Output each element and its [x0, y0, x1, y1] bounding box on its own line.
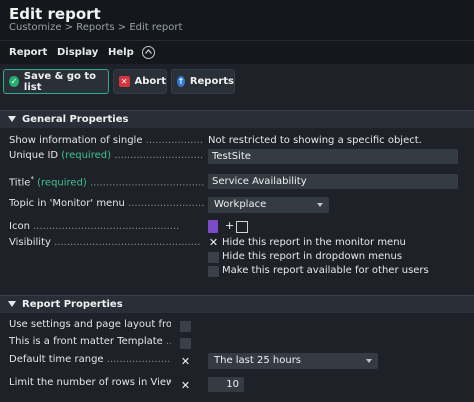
visibility-label: Visibility .............................… [9, 237, 201, 248]
front-matter-label: This is a front matter Template ........… [9, 336, 171, 347]
arrow-up-icon: ↑ [177, 76, 185, 87]
page-title: Edit report [9, 5, 101, 23]
general-properties-header[interactable]: General Properties [0, 110, 474, 128]
limit-rows-input[interactable]: 10 [208, 377, 244, 392]
available-others-checkbox[interactable] [208, 266, 219, 277]
breadcrumb[interactable]: Customize > Reports > Edit report [9, 22, 182, 33]
toolbar: ✓ Save & go to list ✕ Abort ↑ Reports [0, 64, 474, 100]
available-others-label: Make this report available for other use… [222, 265, 429, 276]
reports-button[interactable]: ↑ Reports [171, 69, 235, 94]
save-go-to-list-button[interactable]: ✓ Save & go to list [3, 69, 109, 94]
reports-button-label: Reports [189, 76, 234, 87]
save-button-label: Save & go to list [23, 70, 97, 93]
menu-display[interactable]: Display [57, 47, 98, 58]
title-input[interactable]: Service Availability [208, 174, 458, 189]
unique-id-label: Unique ID (required) ...................… [9, 150, 204, 161]
menu-help[interactable]: Help [108, 47, 134, 58]
topic-label: Topic in 'Monitor' menu ................… [9, 198, 204, 209]
hide-monitor-menu-label: Hide this report in the monitor menu [222, 237, 406, 248]
abort-button-label: Abort [134, 76, 166, 87]
hide-monitor-menu-checkbox[interactable]: ✕ [208, 237, 219, 248]
report-icon[interactable] [208, 220, 218, 233]
collapse-triangle-icon [8, 116, 16, 122]
default-time-checkbox[interactable]: ✕ [180, 356, 191, 367]
use-settings-checkbox[interactable] [180, 321, 191, 332]
title-bar: Edit report Customize > Reports > Edit r… [0, 0, 474, 40]
unique-id-input[interactable]: TestSite [208, 149, 458, 164]
menu-bar: Report Display Help [0, 40, 474, 64]
topic-select[interactable]: Workplace [208, 197, 329, 213]
default-time-label: Default time range .....................… [9, 354, 171, 365]
default-time-select[interactable]: The last 25 hours [208, 353, 378, 369]
section-title: Report Properties [22, 299, 123, 310]
limit-rows-checkbox[interactable]: ✕ [180, 380, 191, 391]
chevron-down-icon [317, 203, 323, 207]
default-time-select-value: The last 25 hours [214, 355, 302, 366]
use-settings-label: Use settings and page layout from ......… [9, 319, 171, 330]
hide-dropdown-label: Hide this report in dropdown menus [222, 251, 403, 262]
chevron-down-icon [366, 359, 372, 363]
report-properties-header[interactable]: Report Properties [0, 295, 474, 313]
show-info-value: Not restricted to showing a specific obj… [208, 135, 422, 146]
hide-dropdown-checkbox[interactable] [208, 252, 219, 263]
plus-icon[interactable]: + [225, 219, 234, 232]
collapse-triangle-icon [8, 301, 16, 307]
limit-rows-label: Limit the number of rows in View tab [9, 377, 171, 388]
menu-report[interactable]: Report [9, 47, 47, 58]
icon-label: Icon ...................................… [9, 221, 180, 232]
abort-button[interactable]: ✕ Abort [113, 69, 167, 94]
close-icon: ✕ [119, 76, 130, 87]
chevron-up-icon[interactable] [142, 46, 155, 59]
title-label: Title* (required) ......................… [9, 175, 204, 189]
icon-select-box[interactable] [236, 221, 248, 233]
front-matter-checkbox[interactable] [180, 338, 191, 349]
check-icon: ✓ [9, 76, 19, 87]
show-info-label: Show information of single .............… [9, 135, 204, 146]
topic-select-value: Workplace [214, 199, 267, 210]
section-title: General Properties [22, 114, 129, 125]
